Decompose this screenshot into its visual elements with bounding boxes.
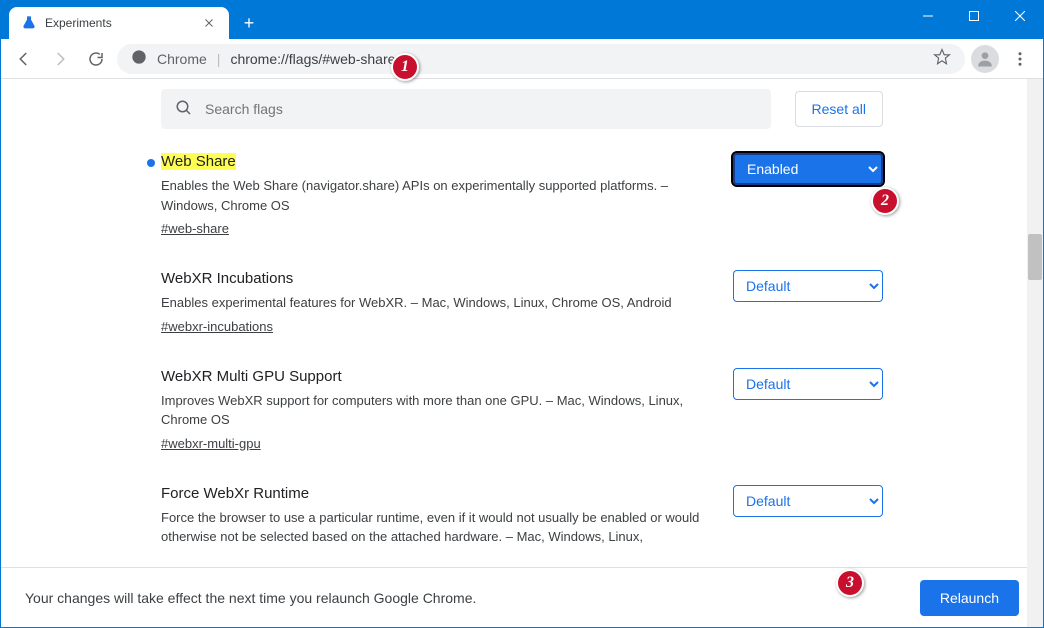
- minimize-button[interactable]: [905, 1, 951, 31]
- window-controls: [905, 1, 1043, 31]
- url-path: chrome://flags/#web-share: [230, 51, 395, 67]
- forward-button[interactable]: [45, 44, 75, 74]
- flag-description: Enables the Web Share (navigator.share) …: [161, 176, 717, 215]
- scrollbar-thumb[interactable]: [1028, 234, 1042, 280]
- reset-all-button[interactable]: Reset all: [795, 91, 883, 127]
- profile-avatar[interactable]: [971, 45, 999, 73]
- browser-toolbar: Chrome | chrome://flags/#web-share: [1, 39, 1043, 79]
- reload-button[interactable]: [81, 44, 111, 74]
- close-icon[interactable]: [201, 15, 217, 31]
- annotation-3: 3: [836, 569, 864, 597]
- new-tab-button[interactable]: +: [235, 9, 263, 37]
- flag-anchor-link[interactable]: #webxr-incubations: [161, 319, 273, 334]
- address-bar[interactable]: Chrome | chrome://flags/#web-share: [117, 44, 965, 74]
- flag-item: Web Share Enables the Web Share (navigato…: [161, 153, 883, 236]
- flag-title: Force WebXr Runtime: [161, 485, 309, 502]
- flag-state-select[interactable]: Default: [733, 485, 883, 517]
- flag-title: WebXR Multi GPU Support: [161, 368, 342, 385]
- annotation-1: 1: [391, 53, 419, 81]
- relaunch-message: Your changes will take effect the next t…: [25, 590, 476, 606]
- flag-state-select[interactable]: Default: [733, 270, 883, 302]
- url-divider: |: [217, 51, 221, 67]
- search-icon: [175, 99, 193, 120]
- flag-item: WebXR Incubations Enables experimental fe…: [161, 270, 883, 334]
- flag-item: WebXR Multi GPU Support Improves WebXR su…: [161, 368, 883, 451]
- flask-icon: [21, 15, 37, 31]
- modified-indicator: [147, 159, 155, 167]
- flag-anchor-link[interactable]: #webxr-multi-gpu: [161, 436, 261, 451]
- maximize-button[interactable]: [951, 1, 997, 31]
- page-content: Reset all Web Share Enables the Web Share…: [1, 79, 1043, 569]
- window-titlebar: Experiments +: [1, 1, 1043, 39]
- flag-description: Enables experimental features for WebXR.…: [161, 293, 717, 313]
- back-button[interactable]: [9, 44, 39, 74]
- flag-title: Web Share: [161, 153, 236, 170]
- flag-description: Improves WebXR support for computers wit…: [161, 391, 717, 430]
- kebab-menu-icon[interactable]: [1005, 44, 1035, 74]
- flag-title: WebXR Incubations: [161, 270, 293, 287]
- flag-description: Force the browser to use a particular ru…: [161, 508, 717, 547]
- flag-state-select[interactable]: Default: [733, 368, 883, 400]
- chrome-icon: [131, 49, 147, 68]
- scrollbar[interactable]: [1027, 79, 1043, 627]
- flag-anchor-link[interactable]: #web-share: [161, 221, 229, 236]
- browser-tab[interactable]: Experiments: [9, 7, 229, 39]
- flag-state-select[interactable]: Enabled: [733, 153, 883, 185]
- tab-title: Experiments: [45, 16, 193, 30]
- search-flags-box[interactable]: [161, 89, 771, 129]
- relaunch-button[interactable]: Relaunch: [920, 580, 1019, 616]
- relaunch-bar: Your changes will take effect the next t…: [1, 567, 1043, 627]
- search-input[interactable]: [205, 101, 757, 117]
- close-window-button[interactable]: [997, 1, 1043, 31]
- flag-item: Force WebXr Runtime Force the browser to …: [161, 485, 883, 553]
- url-origin: Chrome: [157, 51, 207, 67]
- bookmark-star-icon[interactable]: [933, 48, 951, 69]
- annotation-2: 2: [871, 187, 899, 215]
